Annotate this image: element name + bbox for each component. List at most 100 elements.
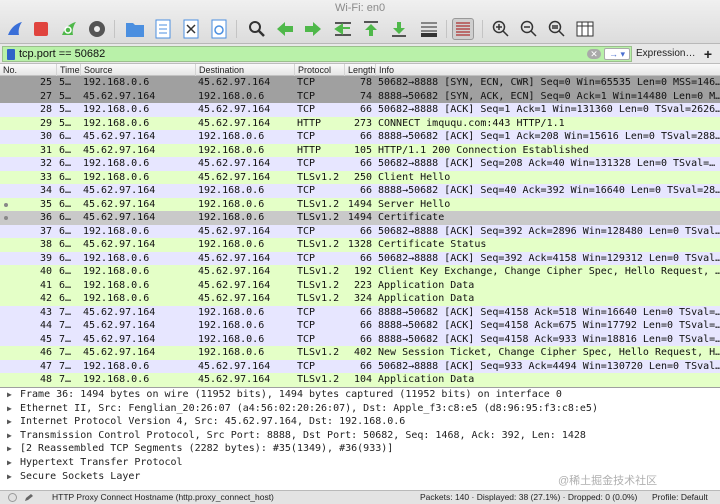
packet-row[interactable]: 42 6… 192.168.0.6 45.62.97.164 TLSv1.2 324 App…	[0, 292, 720, 306]
display-filter-input[interactable]	[19, 47, 579, 61]
detail-tree-item[interactable]: ▶ Hypertext Transfer Protocol	[0, 456, 720, 470]
packet-length: 66	[359, 360, 372, 372]
zoom-normal-icon[interactable]	[546, 18, 568, 40]
packet-time: 6…	[59, 239, 72, 250]
packet-row[interactable]: 44 7… 45.62.97.164 192.168.0.6 TCP 66 8888→506…	[0, 319, 720, 333]
capture-comment-icon[interactable]	[24, 493, 34, 502]
go-forward-icon[interactable]	[302, 18, 324, 40]
packet-rows: 25 5… 192.168.0.6 45.62.97.164 TCP 78 50682→88…	[0, 76, 720, 387]
detail-tree-label: Frame 36: 1494 bytes on wire (11952 bits…	[20, 389, 562, 400]
packet-number: 42	[39, 293, 52, 304]
zoom-out-icon[interactable]	[518, 18, 540, 40]
expand-arrow-icon[interactable]: ▶	[7, 402, 12, 416]
packet-row[interactable]: 29 5… 192.168.0.6 45.62.97.164 HTTP 273 CONNEC…	[0, 116, 720, 130]
packet-destination: 192.168.0.6	[198, 239, 265, 250]
column-header-time[interactable]: Time	[56, 64, 80, 76]
reload-file-icon[interactable]	[208, 18, 230, 40]
packet-row[interactable]: 45 7… 45.62.97.164 192.168.0.6 TCP 66 8888→506…	[0, 332, 720, 346]
packet-row[interactable]: 25 5… 192.168.0.6 45.62.97.164 TCP 78 50682→88…	[0, 76, 720, 90]
resize-columns-icon[interactable]	[574, 18, 596, 40]
packet-row[interactable]: 38 6… 45.62.97.164 192.168.0.6 TLSv1.2 1328 Ce…	[0, 238, 720, 252]
detail-tree-item[interactable]: ▶ [2 Reassembled TCP Segments (2282 bytes…	[0, 442, 720, 456]
packet-source: 45.62.97.164	[83, 212, 156, 223]
packet-row[interactable]: 30 6… 45.62.97.164 192.168.0.6 TCP 66 8888→506…	[0, 130, 720, 144]
open-file-icon[interactable]	[124, 18, 146, 40]
column-header-source[interactable]: Source	[80, 64, 195, 76]
packet-row[interactable]: 28 5… 192.168.0.6 45.62.97.164 TCP 66 50682→88…	[0, 103, 720, 117]
packet-length: 74	[359, 90, 372, 102]
packet-source: 192.168.0.6	[83, 360, 150, 372]
expand-arrow-icon[interactable]: ▶	[7, 470, 12, 484]
auto-scroll-icon[interactable]	[418, 18, 440, 40]
detail-tree-item[interactable]: ▶ Ethernet II, Src: Fenglian_20:26:07 (a4…	[0, 402, 720, 416]
packet-row[interactable]: 27 5… 45.62.97.164 192.168.0.6 TCP 74 8888→506…	[0, 89, 720, 103]
packet-row[interactable]: 48 7… 192.168.0.6 45.62.97.164 TLSv1.2 104 App…	[0, 373, 720, 387]
detail-tree-item[interactable]: ▶ Transmission Control Protocol, Src Port…	[0, 429, 720, 443]
find-packet-icon[interactable]	[246, 18, 268, 40]
bookmark-icon[interactable]	[7, 49, 15, 60]
expand-arrow-icon[interactable]: ▶	[7, 415, 12, 429]
expand-arrow-icon[interactable]: ▶	[7, 388, 12, 402]
zoom-in-icon[interactable]	[490, 18, 512, 40]
packet-number: 36	[39, 212, 52, 223]
go-back-icon[interactable]	[274, 18, 296, 40]
packet-row[interactable]: 33 6… 192.168.0.6 45.62.97.164 TLSv1.2 250 Cli…	[0, 170, 720, 184]
packet-row[interactable]: 34 6… 45.62.97.164 192.168.0.6 TCP 66 8888→506…	[0, 184, 720, 198]
packet-row[interactable]: 40 6… 192.168.0.6 45.62.97.164 TLSv1.2 192 Cli…	[0, 265, 720, 279]
packet-source: 192.168.0.6	[83, 158, 150, 169]
packet-row[interactable]: 32 6… 192.168.0.6 45.62.97.164 TCP 66 50682→88…	[0, 157, 720, 171]
packet-destination: 45.62.97.164	[198, 252, 271, 264]
add-filter-button[interactable]: +	[700, 46, 716, 62]
packet-source: 45.62.97.164	[83, 198, 156, 210]
packet-row[interactable]: 39 6… 192.168.0.6 45.62.97.164 TCP 66 50682→88…	[0, 251, 720, 265]
stop-capture-icon[interactable]	[30, 18, 52, 40]
packet-row[interactable]: 46 7… 45.62.97.164 192.168.0.6 TLSv1.2 402 New…	[0, 346, 720, 360]
close-file-icon[interactable]	[180, 18, 202, 40]
restart-capture-icon[interactable]	[58, 18, 80, 40]
colorize-icon[interactable]	[452, 18, 474, 40]
column-header-info[interactable]: Info	[375, 64, 720, 76]
capture-options-icon[interactable]	[86, 18, 108, 40]
column-header-destination[interactable]: Destination	[195, 64, 294, 76]
expand-arrow-icon[interactable]: ▶	[7, 442, 12, 456]
detail-tree-item[interactable]: ▶ Internet Protocol Version 4, Src: 45.62…	[0, 415, 720, 429]
column-header-length[interactable]: Length	[344, 64, 376, 76]
packet-row[interactable]: 36 6… 45.62.97.164 192.168.0.6 TLSv1.2 1494 Ce…	[0, 211, 720, 225]
go-last-icon[interactable]	[388, 18, 410, 40]
display-filter-field[interactable]: ✕ → ▾	[2, 46, 632, 62]
detail-tree-item[interactable]: ▶ Frame 36: 1494 bytes on wire (11952 bit…	[0, 388, 720, 402]
column-header-protocol[interactable]: Protocol	[294, 64, 344, 76]
packet-row[interactable]: 35 6… 45.62.97.164 192.168.0.6 TLSv1.2 1494 Se…	[0, 197, 720, 211]
packet-row[interactable]: 47 7… 192.168.0.6 45.62.97.164 TCP 66 50682→88…	[0, 359, 720, 373]
packet-row[interactable]: 43 7… 45.62.97.164 192.168.0.6 TCP 66 8888→506…	[0, 305, 720, 319]
clear-filter-icon[interactable]: ✕	[587, 49, 601, 59]
title-toolbar: Wi-Fi: en0	[0, 0, 720, 44]
go-to-packet-icon[interactable]	[332, 18, 354, 40]
packet-info: 8888→50682 [ACK] Seq=4158 Ack=518 Win=16…	[378, 306, 720, 318]
packet-row[interactable]: 31 6… 45.62.97.164 192.168.0.6 HTTP 105 HTTP/1…	[0, 143, 720, 157]
expression-button[interactable]: Expression…	[636, 46, 695, 62]
packet-protocol: TCP	[297, 252, 316, 264]
apply-filter-button[interactable]: → ▾	[604, 48, 630, 60]
toolbar-separator	[482, 20, 483, 38]
packet-protocol: TLSv1.2	[297, 198, 340, 210]
expand-arrow-icon[interactable]: ▶	[7, 456, 12, 470]
packet-number: 30	[39, 131, 52, 142]
column-header-no[interactable]: No.	[0, 64, 56, 76]
status-profile[interactable]: Profile: Default	[652, 491, 708, 504]
packet-row[interactable]: 37 6… 192.168.0.6 45.62.97.164 TCP 66 50682→88…	[0, 224, 720, 238]
packet-number: 33	[39, 171, 52, 183]
save-file-icon[interactable]	[152, 18, 174, 40]
packet-length: 66	[359, 252, 372, 264]
go-first-icon[interactable]	[360, 18, 382, 40]
shark-fin-start-icon[interactable]	[4, 18, 26, 40]
packet-time: 7…	[59, 347, 72, 358]
packet-length: 66	[359, 131, 372, 142]
expand-arrow-icon[interactable]: ▶	[7, 429, 12, 443]
packet-info: 50682→8888 [ACK] Seq=1 Ack=1 Win=131360 …	[378, 104, 720, 115]
packet-time: 6…	[59, 293, 72, 304]
packet-number: 41	[39, 279, 52, 291]
packet-number: 31	[39, 144, 52, 156]
expert-info-indicator-icon[interactable]	[8, 493, 17, 502]
packet-row[interactable]: 41 6… 192.168.0.6 45.62.97.164 TLSv1.2 223 App…	[0, 278, 720, 292]
